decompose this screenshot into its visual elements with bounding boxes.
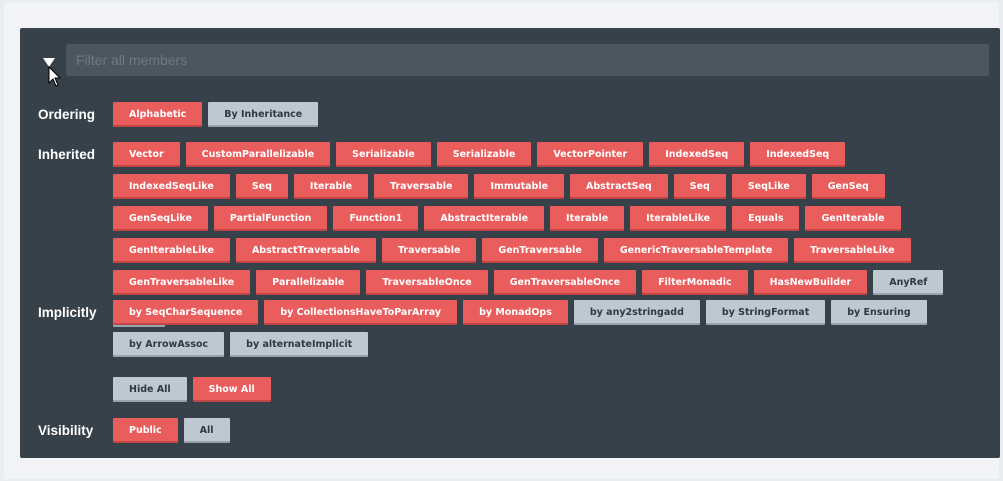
inherited-filter-button[interactable]: Parallelizable — [256, 270, 361, 295]
inherited-filter-button[interactable]: CustomParallelizable — [185, 142, 331, 167]
inherited-filter-button[interactable]: TraversableLike — [794, 238, 911, 263]
inherited-filter-button[interactable]: GenTraversableOnce — [493, 270, 637, 295]
inherited-filter-button[interactable]: AbstractSeq — [570, 174, 668, 199]
inherited-filter-button[interactable]: GenSeqLike — [113, 206, 208, 231]
visibility-option-button[interactable]: Public — [113, 418, 178, 443]
inherited-filter-button[interactable]: GenIterable — [805, 206, 901, 231]
implicit-filter-button[interactable]: by CollectionsHaveToParArray — [264, 300, 458, 325]
inherited-filter-button[interactable]: PartialFunction — [213, 206, 328, 231]
inherited-filter-button[interactable]: Vector — [113, 142, 180, 167]
inherited-filter-button[interactable]: Iterable — [550, 206, 625, 231]
inherited-filter-button[interactable]: Seq — [673, 174, 726, 199]
inherited-filter-button[interactable]: GenericTraversableTemplate — [603, 238, 789, 263]
implicitly-label: Implicitly — [38, 305, 97, 320]
inherited-filter-button[interactable]: VectorPointer — [537, 142, 644, 167]
implicit-filter-button[interactable]: by any2stringadd — [573, 300, 700, 325]
filter-members-input[interactable] — [66, 44, 989, 76]
implicit-filter-button[interactable]: by MonadOps — [463, 300, 568, 325]
inherited-filter-button[interactable]: AnyRef — [873, 270, 944, 295]
implicit-filter-button[interactable]: by alternateImplicit — [230, 332, 369, 357]
inherited-filter-button[interactable]: AbstractTraversable — [235, 238, 376, 263]
implicit-filter-button[interactable]: by ArrowAssoc — [113, 332, 225, 357]
inherited-filter-button[interactable]: GenIterableLike — [113, 238, 230, 263]
inherited-filter-button[interactable]: Traversable — [381, 238, 477, 263]
inherited-filter-button[interactable]: AbstractIterable — [424, 206, 545, 231]
implicit-toggle-all-button[interactable]: Hide All — [113, 377, 187, 402]
inherited-filter-button[interactable]: Seq — [235, 174, 288, 199]
inherited-filter-button[interactable]: IndexedSeq — [649, 142, 745, 167]
inherited-filter-button[interactable]: Equals — [732, 206, 800, 231]
implicit-toggle-all-button[interactable]: Show All — [192, 377, 271, 402]
ordering-option-button[interactable]: By Inheritance — [208, 102, 319, 127]
ordering-label: Ordering — [38, 107, 96, 122]
inherited-filter-button[interactable]: Traversable — [374, 174, 469, 199]
inherited-filter-button[interactable]: FilterMonadic — [642, 270, 748, 295]
inherited-filter-button[interactable]: HasNewBuilder — [753, 270, 868, 295]
implicit-filter-button[interactable]: by Ensuring — [831, 300, 927, 325]
implicitly-actions: Hide All Show All — [113, 377, 953, 409]
page-background: Ordering AlphabeticBy Inheritance Inheri… — [4, 2, 1000, 479]
ordering-options: Alphabetic By Inheritance — [113, 102, 953, 134]
mouse-pointer-icon — [48, 66, 62, 87]
inherited-filter-button[interactable]: IndexedSeqLike — [113, 174, 230, 199]
inherited-filter-button[interactable]: Serializable — [336, 142, 431, 167]
inherited-filter-button[interactable]: IterableLike — [630, 206, 727, 231]
visibility-options: Public All — [113, 418, 953, 450]
visibility-label: Visibility — [38, 423, 94, 438]
inherited-filter-button[interactable]: SeqLike — [731, 174, 806, 199]
implicitly-options: by SeqCharSequence by CollectionsHaveToPa… — [113, 300, 953, 364]
inherited-filter-button[interactable]: Iterable — [293, 174, 369, 199]
visibility-option-button[interactable]: All — [183, 418, 230, 443]
implicit-filter-button[interactable]: by StringFormat — [705, 300, 826, 325]
inherited-label: Inherited — [38, 147, 96, 162]
inherited-filter-button[interactable]: GenSeq — [811, 174, 885, 199]
inherited-filter-button[interactable]: GenTraversableLike — [113, 270, 251, 295]
ordering-option-button[interactable]: Alphabetic — [113, 102, 203, 127]
inherited-filter-button[interactable]: TraversableOnce — [366, 270, 488, 295]
inherited-filter-button[interactable]: Function1 — [333, 206, 419, 231]
inherited-filter-button[interactable]: GenTraversable — [482, 238, 598, 263]
implicit-filter-button[interactable]: by SeqCharSequence — [113, 300, 259, 325]
inherited-filter-button[interactable]: Serializable — [436, 142, 532, 167]
inherited-filter-button[interactable]: Immutable — [474, 174, 565, 199]
member-filter-panel: Ordering AlphabeticBy Inheritance Inheri… — [20, 28, 1000, 458]
inherited-filter-button[interactable]: IndexedSeq — [750, 142, 846, 167]
